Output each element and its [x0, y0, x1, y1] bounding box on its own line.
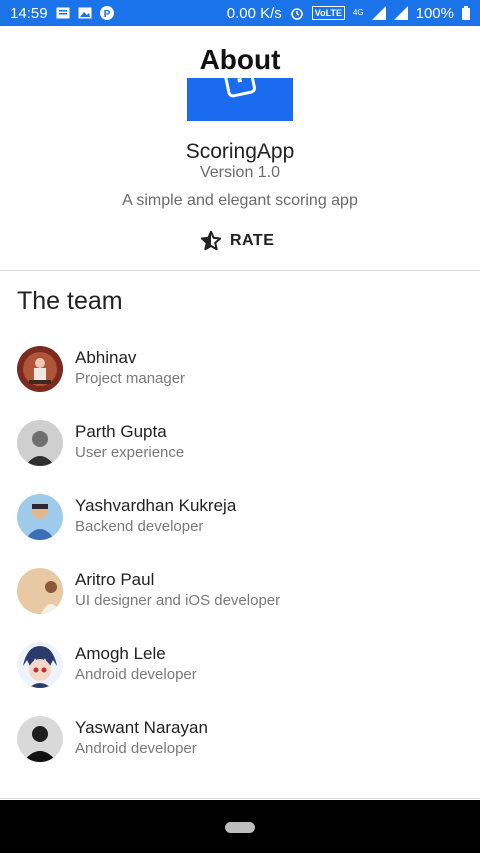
member-name: Abhinav	[75, 348, 137, 367]
member-name: Aritro Paul	[75, 570, 155, 589]
app-description: A simple and elegant scoring app	[122, 192, 358, 209]
avatar	[17, 568, 63, 614]
member-name: Yashvardhan Kukreja	[75, 496, 237, 515]
member-role: UI designer and iOS developer	[75, 592, 281, 609]
member-name: Yaswant Narayan	[75, 718, 208, 737]
member-name: Amogh Lele	[75, 644, 166, 663]
member-role: Android developer	[75, 740, 197, 757]
navigation-bar	[0, 800, 480, 853]
battery-percent: 100%	[415, 4, 454, 22]
svg-text:P: P	[103, 9, 110, 20]
member-role: Android developer	[75, 666, 197, 683]
divider	[0, 798, 480, 799]
status-bar: 14:59 P 0.00 K/s VoLTE 4G 100%	[0, 0, 480, 26]
avatar	[17, 420, 63, 466]
home-button[interactable]	[225, 822, 255, 833]
network-type: 4G	[352, 8, 364, 17]
star-icon	[200, 230, 222, 252]
clock: 14:59	[10, 4, 48, 22]
alarm-icon	[290, 6, 304, 20]
team-member-yashvardhan-kukreja[interactable]: Yashvardhan Kukreja Backend developer	[0, 494, 480, 568]
message-icon	[56, 7, 70, 19]
team-member-amogh-lele[interactable]: Amogh Lele Android developer	[0, 642, 480, 716]
team-section-title: The team	[17, 287, 123, 315]
member-role: Backend developer	[75, 518, 204, 535]
image-icon	[78, 7, 92, 19]
rate-button[interactable]: RATE	[200, 226, 284, 256]
avatar	[17, 716, 63, 762]
page-title: About	[199, 44, 281, 75]
app-name: ScoringApp	[185, 140, 295, 163]
avatar	[17, 346, 63, 392]
volte-badge: VoLTE	[311, 6, 345, 20]
avatar	[17, 642, 63, 688]
signal-icon	[371, 6, 386, 20]
team-member-yaswant-narayan[interactable]: Yaswant Narayan Android developer	[0, 716, 480, 790]
member-role: Project manager	[75, 370, 186, 387]
app-logo	[187, 78, 293, 121]
divider	[0, 270, 480, 271]
team-member-abhinav[interactable]: Abhinav Project manager	[0, 346, 480, 420]
team-member-aritro-paul[interactable]: Aritro Paul UI designer and iOS develope…	[0, 568, 480, 642]
member-name: Parth Gupta	[75, 422, 167, 441]
paytm-icon: P	[99, 6, 114, 20]
signal-icon-2	[393, 6, 408, 20]
team-member-parth-gupta[interactable]: Parth Gupta User experience	[0, 420, 480, 494]
net-speed: 0.00 K/s	[226, 4, 282, 22]
app-version: Version 1.0	[199, 164, 281, 181]
member-role: User experience	[75, 444, 185, 461]
avatar	[17, 494, 63, 540]
rate-label: RATE	[230, 232, 275, 249]
battery-icon	[462, 6, 470, 20]
